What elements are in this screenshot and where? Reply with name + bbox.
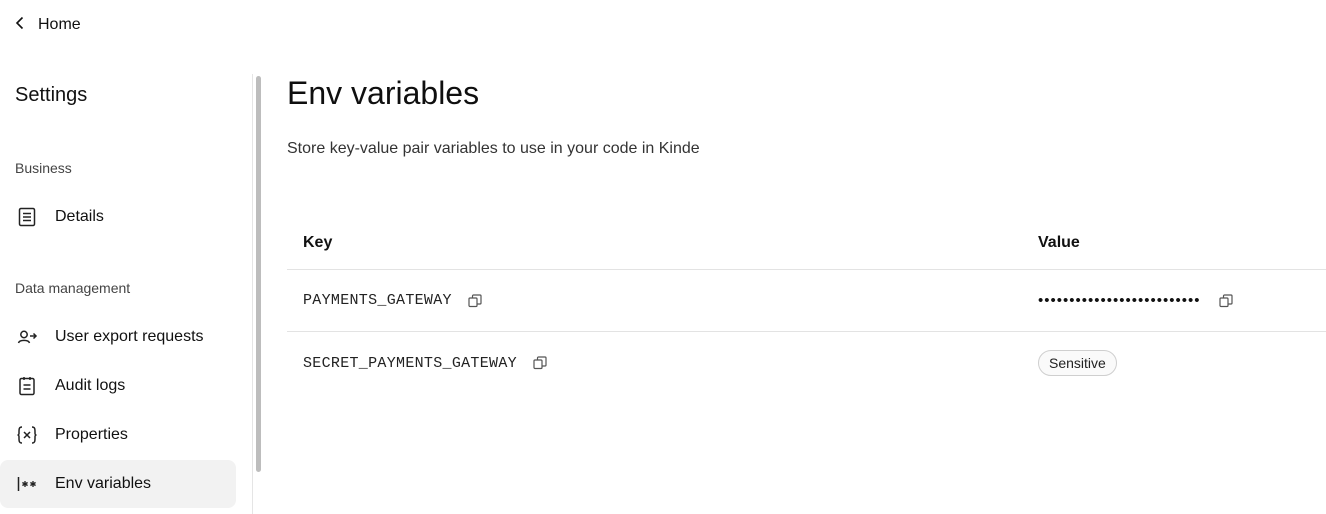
env-value-masked: •••••••••••••••••••••••••• (1038, 292, 1201, 309)
sidebar-title: Settings (15, 84, 88, 106)
sidebar-item-label: Audit logs (55, 377, 126, 394)
user-export-icon (16, 326, 38, 348)
sidebar-scrollbar-thumb[interactable] (256, 76, 261, 472)
env-variable-icon (16, 473, 38, 495)
sidebar-item-properties[interactable]: Properties (0, 411, 236, 459)
sidebar-item-label: Details (55, 208, 104, 225)
sidebar-item-label: Env variables (55, 475, 152, 492)
main-content: Env variables Store key-value pair varia… (287, 74, 1326, 376)
sidebar-item-user-export-requests[interactable]: User export requests (0, 313, 236, 361)
sidebar-item-details[interactable]: Details (0, 193, 236, 241)
table-row: PAYMENTS_GATEWAY •••••••••••••••••••••••… (287, 270, 1326, 332)
sidebar-item-env-variables[interactable]: Env variables (0, 460, 236, 508)
env-key: SECRET_PAYMENTS_GATEWAY (303, 354, 517, 372)
sidebar-item-label: Properties (55, 426, 128, 443)
sidebar-scrollbar[interactable] (252, 74, 262, 514)
sidebar-item-label: User export requests (55, 328, 204, 345)
section-label-data-management: Data management (15, 280, 131, 296)
variable-x-icon (16, 424, 38, 446)
copy-icon[interactable] (468, 293, 482, 308)
page-title: Env variables (287, 75, 480, 111)
home-link-label: Home (38, 16, 81, 33)
home-back-link[interactable]: Home (12, 12, 81, 38)
section-label-business: Business (15, 160, 72, 176)
settings-sidebar: Settings Business Details Data managemen… (0, 74, 262, 514)
copy-icon[interactable] (533, 356, 547, 370)
column-header-value: Value (1038, 233, 1080, 251)
sidebar-item-audit-logs[interactable]: Audit logs (0, 362, 236, 410)
clipboard-icon (16, 375, 38, 397)
env-key: PAYMENTS_GATEWAY (303, 292, 452, 309)
table-header: Key Value (287, 216, 1326, 270)
table-row: SECRET_PAYMENTS_GATEWAY Sensitive (287, 332, 1326, 394)
sensitive-badge: Sensitive (1038, 350, 1117, 376)
column-header-key: Key (303, 233, 333, 251)
env-variables-table: Key Value PAYMENTS_GATEWAY •••••••••••••… (287, 216, 1326, 394)
copy-icon[interactable] (1218, 293, 1233, 308)
page-description: Store key-value pair variables to use in… (287, 140, 700, 157)
document-icon (16, 206, 38, 228)
chevron-left-icon (12, 15, 28, 36)
app-root: Home Settings Business Details Data mana… (0, 0, 1326, 514)
